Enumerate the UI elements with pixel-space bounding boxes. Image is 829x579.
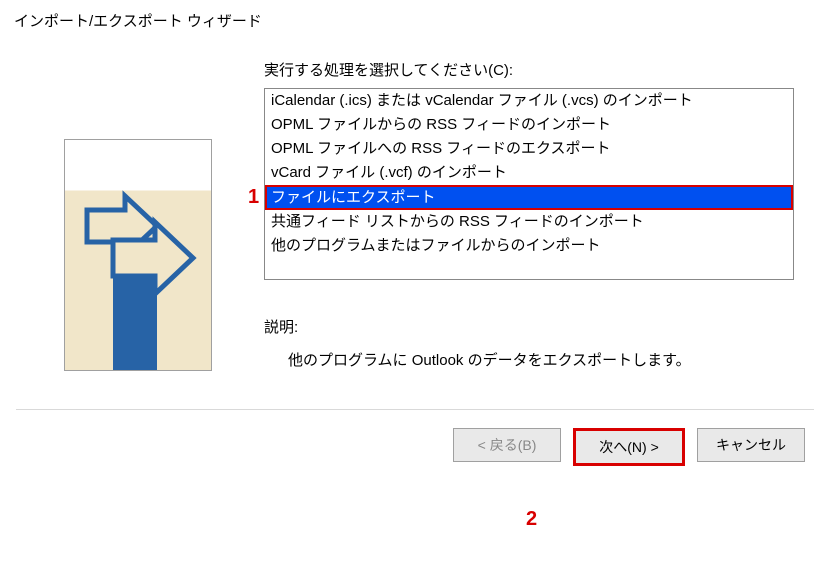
list-item-selected[interactable]: ファイルにエクスポート [265, 185, 793, 210]
wizard-decorative-image [64, 139, 212, 371]
list-item[interactable]: vCard ファイル (.vcf) のインポート [265, 161, 793, 185]
next-button-label: 次へ(N) > [599, 439, 659, 455]
content-area: 実行する処理を選択してください(C): iCalendar (.ics) または… [0, 41, 829, 371]
back-button: < 戻る(B) [453, 428, 561, 462]
list-item[interactable]: 共通フィード リストからの RSS フィードのインポート [265, 210, 793, 234]
list-item[interactable]: iCalendar (.ics) または vCalendar ファイル (.vc… [265, 89, 793, 113]
button-bar: < 戻る(B) 次へ(N) > キャンセル [0, 410, 829, 466]
action-listbox[interactable]: iCalendar (.ics) または vCalendar ファイル (.vc… [264, 88, 794, 280]
list-item[interactable]: OPML ファイルからの RSS フィードのインポート [265, 113, 793, 137]
action-prompt-label: 実行する処理を選択してください(C): [264, 59, 813, 80]
main-panel: 実行する処理を選択してください(C): iCalendar (.ics) または… [260, 59, 813, 371]
list-item[interactable]: 他のプログラムまたはファイルからのインポート [265, 234, 793, 258]
annotation-marker-2: 2 [526, 508, 537, 531]
list-item[interactable]: OPML ファイルへの RSS フィードのエクスポート [265, 137, 793, 161]
cancel-button[interactable]: キャンセル [697, 428, 805, 462]
wizard-image-panel [16, 59, 260, 371]
description-text: 他のプログラムに Outlook のデータをエクスポートします。 [264, 349, 813, 370]
next-button[interactable]: 次へ(N) > [573, 428, 685, 466]
description-label: 説明: [264, 316, 813, 337]
window-title: インポート/エクスポート ウィザード [0, 0, 829, 41]
annotation-marker-1: 1 [248, 186, 259, 209]
